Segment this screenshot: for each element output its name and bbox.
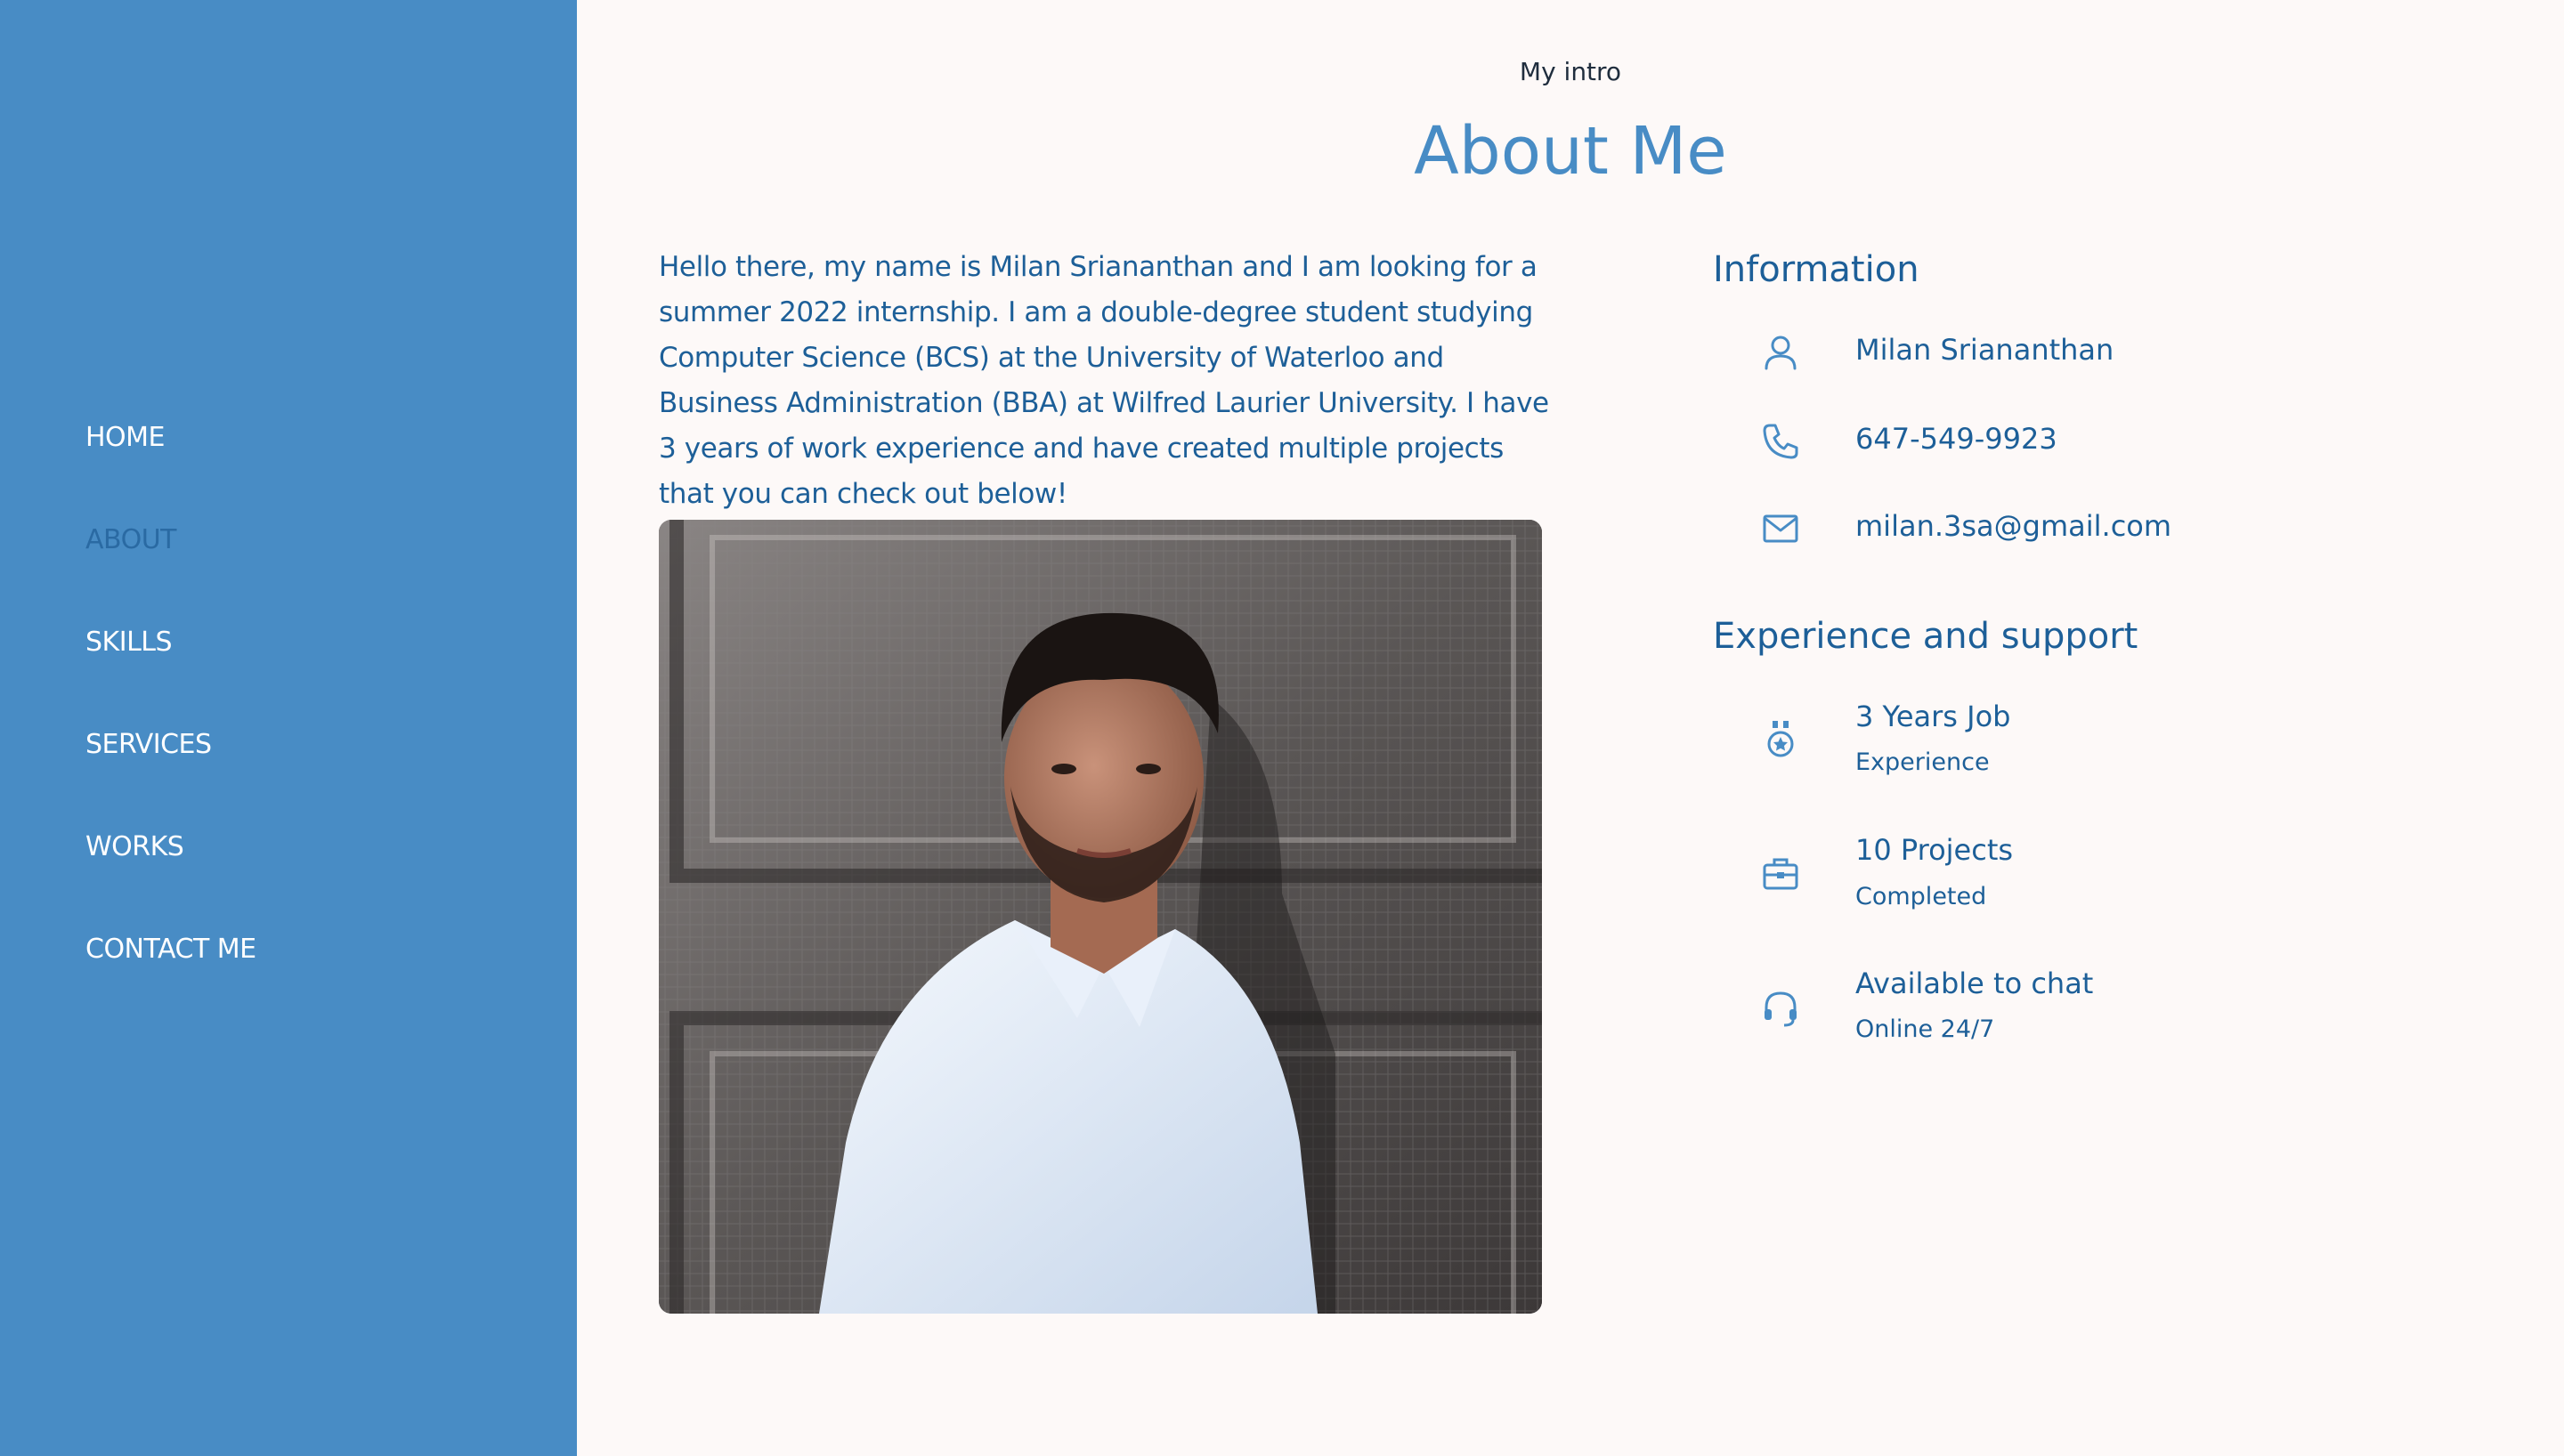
nav-home[interactable]: HOME: [85, 422, 166, 453]
main-content: My intro About Me Hello there, my name i…: [577, 0, 2564, 1456]
info-name: Milan Sriananthan: [1855, 333, 2114, 367]
experience-heading: Experience and support: [1713, 616, 2138, 657]
sidebar: HOME ABOUT SKILLS SERVICES WORKS CONTACT…: [0, 0, 577, 1456]
briefcase-icon: [1763, 858, 1798, 890]
about-intro: Hello there, my name is Milan Srianantha…: [659, 251, 1549, 510]
nav-about[interactable]: ABOUT: [85, 524, 176, 555]
information-heading: Information: [1713, 249, 1919, 290]
nav-services[interactable]: SERVICES: [85, 729, 212, 760]
info-phone[interactable]: 647-549-9923: [1855, 422, 2057, 456]
medal-icon: [1767, 721, 1794, 757]
nav-skills[interactable]: SKILLS: [85, 627, 173, 658]
profile-photo: [659, 520, 1542, 1314]
user-icon: [1765, 336, 1797, 370]
experience-projects-subtitle: Completed: [1855, 883, 1987, 910]
experience-years-subtitle: Experience: [1855, 748, 1990, 776]
experience-years-title: 3 Years Job: [1855, 700, 2011, 733]
page-title: About Me: [1414, 113, 1727, 190]
info-email[interactable]: milan.3sa@gmail.com: [1855, 509, 2171, 543]
experience-chat-subtitle: Online 24/7: [1855, 1015, 1995, 1043]
experience-chat-title: Available to chat: [1855, 967, 2094, 1000]
phone-icon: [1763, 424, 1798, 459]
headset-icon: [1765, 991, 1797, 1027]
nav-contact-me[interactable]: CONTACT ME: [85, 934, 256, 965]
nav-works[interactable]: WORKS: [85, 831, 184, 862]
section-subtitle: My intro: [1519, 57, 1622, 86]
experience-projects-title: 10 Projects: [1855, 833, 2014, 867]
mail-icon: [1763, 514, 1798, 543]
